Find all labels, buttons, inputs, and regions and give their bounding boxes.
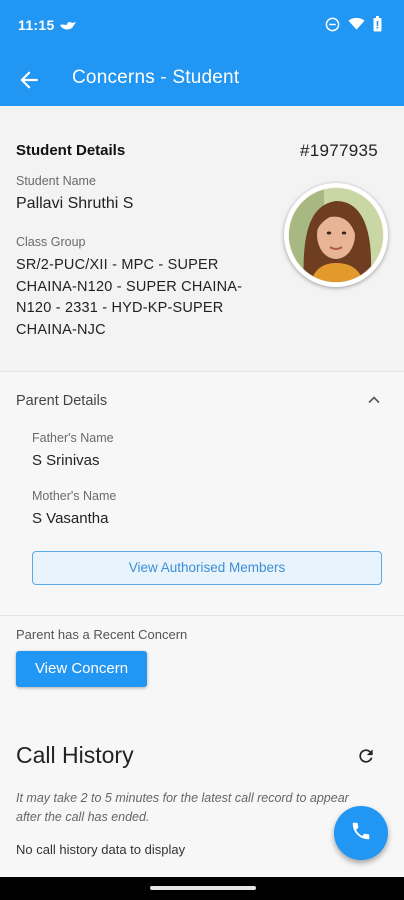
status-bar: 11:15 (0, 0, 404, 52)
wifi-icon (348, 17, 365, 36)
view-concern-button[interactable]: View Concern (16, 651, 147, 687)
call-fab-button[interactable] (334, 806, 388, 860)
parent-details-section: Parent Details Father's Name S Srinivas … (0, 372, 404, 616)
father-name: S Srinivas (32, 452, 100, 469)
app-bar: Concerns - Student (0, 52, 404, 106)
call-history-title: Call History (16, 742, 134, 768)
view-authorised-members-button[interactable]: View Authorised Members (32, 551, 382, 585)
recent-concern-note: Parent has a Recent Concern (16, 627, 188, 642)
student-name-label: Student Name (16, 174, 96, 188)
class-group-label: Class Group (16, 235, 86, 249)
chevron-up-icon[interactable] (366, 392, 382, 413)
student-id: #1977935 (299, 141, 378, 160)
student-avatar (284, 183, 388, 287)
status-time: 11:15 (18, 17, 55, 33)
class-group-value: SR/2-PUC/XII - MPC - SUPER CHAINA-N120 -… (16, 257, 243, 338)
mother-name: S Vasantha (32, 510, 109, 527)
concern-section: Parent has a Recent Concern View Concern (0, 617, 404, 715)
phone-icon (350, 820, 372, 847)
parent-details-title[interactable]: Parent Details (16, 393, 107, 409)
do-not-disturb-icon (325, 17, 340, 37)
arrow-back-icon[interactable] (16, 67, 42, 93)
battery-icon (373, 16, 382, 37)
call-history-note: It may take 2 to 5 minutes for the lates… (16, 791, 349, 824)
father-name-label: Father's Name (32, 431, 114, 445)
call-history-empty: No call history data to display (16, 842, 186, 857)
status-icons (325, 16, 382, 37)
refresh-icon[interactable] (356, 746, 376, 771)
bird-icon (58, 16, 78, 39)
student-details-title: Student Details (16, 142, 126, 159)
home-handle[interactable] (150, 886, 256, 890)
student-name: Pallavi Shruthi S (16, 195, 134, 212)
mother-name-label: Mother's Name (32, 489, 117, 503)
system-nav-bar (0, 877, 404, 900)
student-details-section: Student Details #1977935 Student Name Pa… (0, 106, 404, 372)
page-title: Concerns - Student (72, 67, 240, 88)
